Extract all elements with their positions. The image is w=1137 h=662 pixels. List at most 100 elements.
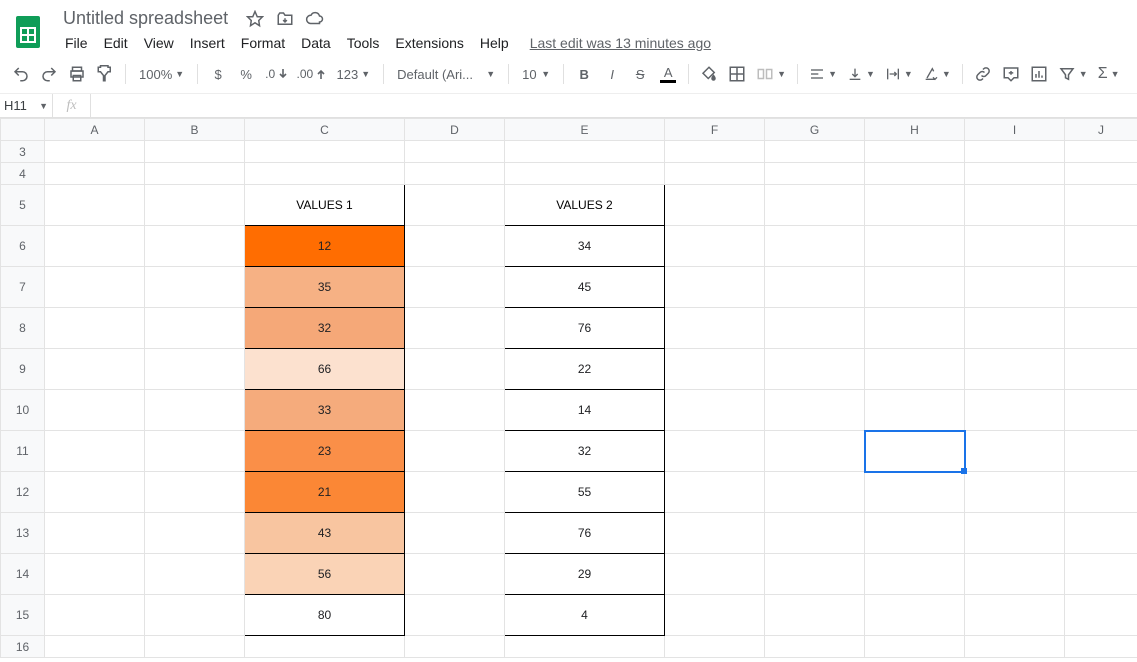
cell-G12[interactable] <box>765 472 865 513</box>
cell-J7[interactable] <box>1065 267 1137 308</box>
cell-I10[interactable] <box>965 390 1065 431</box>
cell-E3[interactable] <box>505 141 665 163</box>
decrease-decimal-button[interactable]: .0 <box>261 61 290 87</box>
redo-button[interactable] <box>36 61 62 87</box>
cell-G11[interactable] <box>765 431 865 472</box>
col-header-H[interactable]: H <box>865 119 965 141</box>
text-rotation-button[interactable]: ▼ <box>919 61 955 87</box>
cell-A3[interactable] <box>45 141 145 163</box>
cell-I16[interactable] <box>965 636 1065 658</box>
cell-F10[interactable] <box>665 390 765 431</box>
menu-help[interactable]: Help <box>473 31 516 55</box>
horizontal-align-button[interactable]: ▼ <box>805 61 841 87</box>
cell-G6[interactable] <box>765 226 865 267</box>
cell-C10[interactable]: 33 <box>245 390 405 431</box>
cell-B14[interactable] <box>145 554 245 595</box>
cell-F3[interactable] <box>665 141 765 163</box>
cell-D14[interactable] <box>405 554 505 595</box>
cell-C7[interactable]: 35 <box>245 267 405 308</box>
cell-E6[interactable]: 34 <box>505 226 665 267</box>
cell-A11[interactable] <box>45 431 145 472</box>
cell-I14[interactable] <box>965 554 1065 595</box>
insert-link-button[interactable] <box>970 61 996 87</box>
cell-C3[interactable] <box>245 141 405 163</box>
cell-H12[interactable] <box>865 472 965 513</box>
sheets-logo-icon[interactable] <box>8 12 48 52</box>
cell-F6[interactable] <box>665 226 765 267</box>
cell-H14[interactable] <box>865 554 965 595</box>
cell-C16[interactable] <box>245 636 405 658</box>
cell-G4[interactable] <box>765 163 865 185</box>
cell-A8[interactable] <box>45 308 145 349</box>
format-currency-button[interactable]: $ <box>205 61 231 87</box>
cell-H11[interactable] <box>865 431 965 472</box>
cell-F15[interactable] <box>665 595 765 636</box>
col-header-J[interactable]: J <box>1065 119 1137 141</box>
more-formats-button[interactable]: 123▼ <box>331 61 377 87</box>
cell-I6[interactable] <box>965 226 1065 267</box>
cell-A12[interactable] <box>45 472 145 513</box>
cell-C5[interactable]: VALUES 1 <box>245 185 405 226</box>
cell-B6[interactable] <box>145 226 245 267</box>
cell-G10[interactable] <box>765 390 865 431</box>
cell-A9[interactable] <box>45 349 145 390</box>
font-select[interactable]: Default (Ari...▼ <box>391 61 501 87</box>
cell-C15[interactable]: 80 <box>245 595 405 636</box>
row-header-9[interactable]: 9 <box>1 349 45 390</box>
cell-A6[interactable] <box>45 226 145 267</box>
format-percent-button[interactable]: % <box>233 61 259 87</box>
cell-D8[interactable] <box>405 308 505 349</box>
cell-E12[interactable]: 55 <box>505 472 665 513</box>
row-header-14[interactable]: 14 <box>1 554 45 595</box>
cell-H5[interactable] <box>865 185 965 226</box>
cell-F5[interactable] <box>665 185 765 226</box>
cell-A13[interactable] <box>45 513 145 554</box>
cell-F9[interactable] <box>665 349 765 390</box>
cell-I12[interactable] <box>965 472 1065 513</box>
cell-B9[interactable] <box>145 349 245 390</box>
cell-F13[interactable] <box>665 513 765 554</box>
cell-A15[interactable] <box>45 595 145 636</box>
functions-button[interactable]: Σ▼ <box>1094 61 1124 87</box>
borders-button[interactable] <box>724 61 750 87</box>
cell-A14[interactable] <box>45 554 145 595</box>
cell-J9[interactable] <box>1065 349 1137 390</box>
cell-D6[interactable] <box>405 226 505 267</box>
cell-D7[interactable] <box>405 267 505 308</box>
row-header-13[interactable]: 13 <box>1 513 45 554</box>
row-header-5[interactable]: 5 <box>1 185 45 226</box>
cell-F14[interactable] <box>665 554 765 595</box>
cell-F8[interactable] <box>665 308 765 349</box>
row-header-16[interactable]: 16 <box>1 636 45 658</box>
cell-E8[interactable]: 76 <box>505 308 665 349</box>
text-wrap-button[interactable]: ▼ <box>881 61 917 87</box>
font-size-select[interactable]: 10▼ <box>516 61 556 87</box>
cell-E14[interactable]: 29 <box>505 554 665 595</box>
row-header-7[interactable]: 7 <box>1 267 45 308</box>
undo-button[interactable] <box>8 61 34 87</box>
cell-C12[interactable]: 21 <box>245 472 405 513</box>
cell-D12[interactable] <box>405 472 505 513</box>
cell-B12[interactable] <box>145 472 245 513</box>
print-button[interactable] <box>64 61 90 87</box>
cell-B5[interactable] <box>145 185 245 226</box>
cell-A7[interactable] <box>45 267 145 308</box>
name-box[interactable]: H11▼ <box>0 94 52 117</box>
col-header-F[interactable]: F <box>665 119 765 141</box>
col-header-B[interactable]: B <box>145 119 245 141</box>
select-all-corner[interactable] <box>1 119 45 141</box>
cell-C11[interactable]: 23 <box>245 431 405 472</box>
cell-D10[interactable] <box>405 390 505 431</box>
cell-B3[interactable] <box>145 141 245 163</box>
cell-H7[interactable] <box>865 267 965 308</box>
menu-tools[interactable]: Tools <box>340 31 387 55</box>
cell-C6[interactable]: 12 <box>245 226 405 267</box>
cell-I5[interactable] <box>965 185 1065 226</box>
row-header-15[interactable]: 15 <box>1 595 45 636</box>
cell-J11[interactable] <box>1065 431 1137 472</box>
col-header-A[interactable]: A <box>45 119 145 141</box>
cell-H6[interactable] <box>865 226 965 267</box>
cell-F11[interactable] <box>665 431 765 472</box>
cell-H4[interactable] <box>865 163 965 185</box>
cell-G3[interactable] <box>765 141 865 163</box>
